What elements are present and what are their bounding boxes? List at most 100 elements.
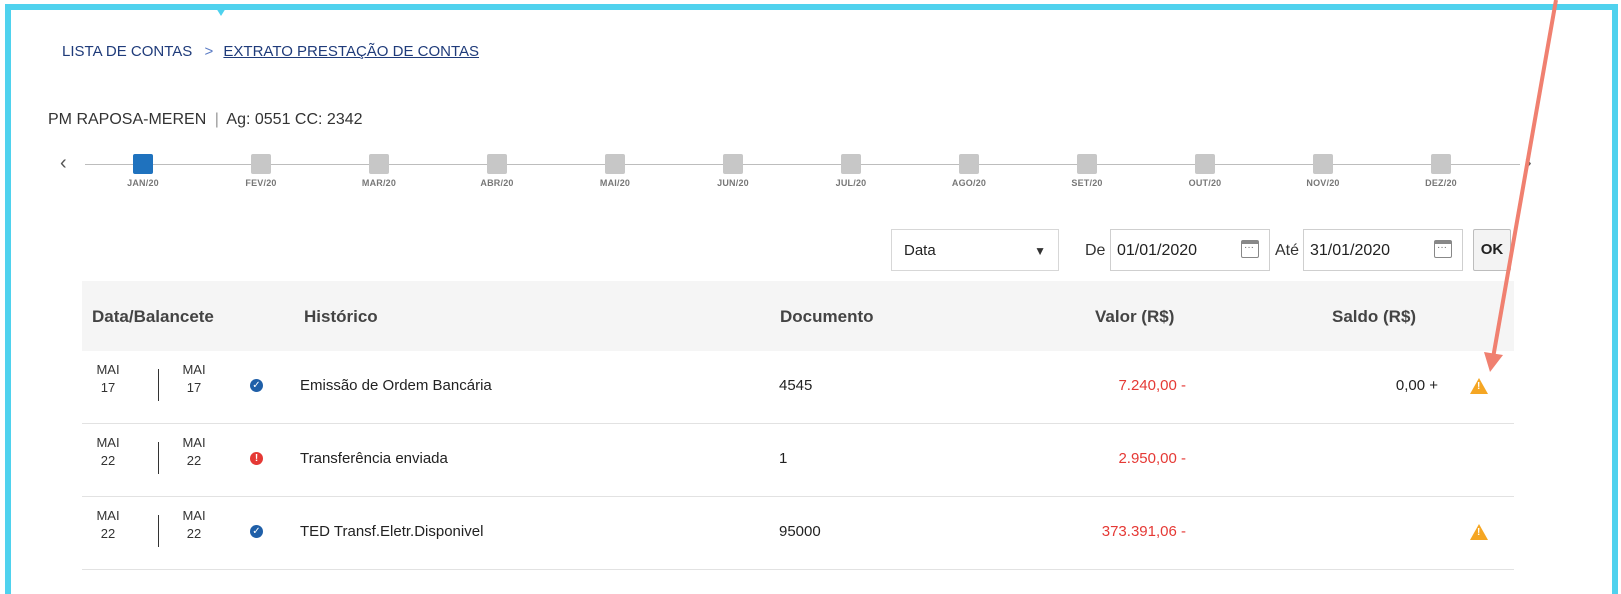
breadcrumb: LISTA DE CONTAS > EXTRATO PRESTAÇÃO DE C… (62, 43, 479, 60)
movement-day: 22 (100, 453, 116, 468)
warning-triangle-icon[interactable] (1470, 378, 1488, 394)
timeline-month-label: OUT/20 (1188, 178, 1222, 188)
breadcrumb-extrato[interactable]: EXTRATO PRESTAÇÃO DE CONTAS (223, 43, 479, 60)
balance-month: MAI (182, 508, 206, 523)
to-date-value: 31/01/2020 (1310, 242, 1391, 259)
ok-button[interactable]: OK (1473, 229, 1511, 271)
exclamation-circle-icon: ! (250, 452, 263, 465)
timeline-month[interactable]: AGO/20 (939, 154, 999, 188)
table-row[interactable]: MAI 22 MAI 22 ✓ TED Transf.Eletr.Disponivel 95… (82, 497, 1514, 570)
timeline-month-label: FEV/20 (245, 178, 277, 188)
document-number: 4545 (779, 377, 813, 394)
timeline-month[interactable]: JUN/20 (703, 154, 763, 188)
account-details: Ag: 0551 CC: 2342 (226, 111, 363, 128)
header-value: Valor (R$) (1095, 307, 1175, 326)
header-document: Documento (780, 307, 874, 326)
date-divider (158, 515, 159, 547)
statement-table: Data/Balancete Histórico Documento Valor… (82, 281, 1514, 591)
history-text: TED Transf.Eletr.Disponivel (300, 523, 484, 540)
timeline-prev-arrow[interactable]: ‹ (60, 152, 67, 175)
timeline-month[interactable]: JUL/20 (821, 154, 881, 188)
calendar-icon[interactable] (1434, 240, 1452, 258)
timeline-month-marker (723, 154, 743, 174)
history-text: Emissão de Ordem Bancária (300, 377, 492, 394)
timeline-month-marker (841, 154, 861, 174)
timeline-month-label: NOV/20 (1306, 178, 1340, 188)
timeline-month-label: JAN/20 (127, 178, 159, 188)
timeline-month[interactable]: OUT/20 (1175, 154, 1235, 188)
breadcrumb-lista-contas[interactable]: LISTA DE CONTAS (62, 43, 192, 60)
frame-notch (216, 8, 226, 16)
balance-day: 22 (186, 526, 202, 541)
timeline-month-marker (1431, 154, 1451, 174)
timeline-month[interactable]: NOV/20 (1293, 154, 1353, 188)
calendar-icon[interactable] (1241, 240, 1259, 258)
balance-month: MAI (182, 362, 206, 377)
timeline-month-label: JUL/20 (835, 178, 867, 188)
from-date-value: 01/01/2020 (1117, 242, 1198, 259)
balance-amount: 0,00 + (1395, 377, 1438, 394)
account-separator: | (214, 111, 219, 128)
to-label: Até (1275, 242, 1300, 259)
timeline-month-label: DEZ/20 (1425, 178, 1457, 188)
timeline-month-marker (1195, 154, 1215, 174)
filter-type-value: Data (904, 242, 936, 259)
movement-date: MAI 17 (88, 361, 128, 397)
header-history: Histórico (304, 307, 378, 326)
timeline-month-label: JUN/20 (717, 178, 749, 188)
from-date-input[interactable]: 01/01/2020 (1110, 229, 1270, 271)
timeline-month-marker (251, 154, 271, 174)
timeline-month[interactable]: JAN/20 (113, 154, 173, 188)
timeline-month[interactable]: FEV/20 (231, 154, 291, 188)
timeline-month-marker (959, 154, 979, 174)
warning-triangle-icon[interactable] (1470, 524, 1488, 540)
movement-date: MAI 22 (88, 507, 128, 543)
timeline-month-label: MAR/20 (361, 178, 397, 188)
breadcrumb-separator: > (204, 43, 214, 60)
account-name: PM RAPOSA-MEREN (48, 111, 207, 128)
check-circle-icon: ✓ (250, 525, 263, 538)
timeline-next-arrow[interactable]: › (1525, 152, 1532, 175)
balance-month: MAI (182, 435, 206, 450)
timeline-month-marker (133, 154, 153, 174)
document-number: 95000 (779, 523, 821, 540)
history-text: Transferência enviada (300, 450, 448, 467)
movement-month: MAI (96, 508, 120, 523)
value-amount: 2.950,00 - (1118, 450, 1186, 467)
date-divider (158, 442, 159, 474)
to-date-input[interactable]: 31/01/2020 (1303, 229, 1463, 271)
table-row[interactable]: MAI 17 MAI 17 ✓ Emissão de Ordem Bancária 4545… (82, 351, 1514, 424)
timeline-month-label: MAI/20 (599, 178, 631, 188)
timeline-month-label: SET/20 (1071, 178, 1103, 188)
caret-down-icon: ▼ (1034, 244, 1046, 258)
date-divider (158, 369, 159, 401)
month-timeline: ‹ › JAN/20 FEV/20 MAR/20 ABR/20 MAI/20 JUN/20… (60, 150, 1540, 190)
table-header: Data/Balancete Histórico Documento Valor… (82, 281, 1514, 351)
timeline-month-label: ABR/20 (480, 178, 514, 188)
balance-date: MAI 22 (174, 434, 214, 470)
timeline-month[interactable]: DEZ/20 (1411, 154, 1471, 188)
movement-month: MAI (96, 435, 120, 450)
timeline-month[interactable]: ABR/20 (467, 154, 527, 188)
account-info: PM RAPOSA-MEREN | Ag: 0551 CC: 2342 (48, 111, 363, 129)
header-balance: Saldo (R$) (1332, 307, 1417, 326)
table-row[interactable]: MAI 22 MAI 22! Transferência enviada 1 2.950,0… (82, 424, 1514, 497)
balance-day: 17 (186, 380, 202, 395)
timeline-month[interactable]: MAI/20 (585, 154, 645, 188)
timeline-month-marker (605, 154, 625, 174)
balance-date: MAI 17 (174, 361, 214, 397)
balance-date: MAI 22 (174, 507, 214, 543)
timeline-month-marker (369, 154, 389, 174)
value-amount: 373.391,06 - (1101, 523, 1186, 540)
timeline-month-marker (1077, 154, 1097, 174)
from-label: De (1085, 242, 1106, 259)
check-circle-icon: ✓ (250, 379, 263, 392)
timeline-month-label: AGO/20 (951, 178, 987, 188)
timeline-month[interactable]: SET/20 (1057, 154, 1117, 188)
document-number: 1 (779, 450, 788, 467)
balance-day: 22 (186, 453, 202, 468)
movement-day: 22 (100, 526, 116, 541)
timeline-month[interactable]: MAR/20 (349, 154, 409, 188)
movement-date: MAI 22 (88, 434, 128, 470)
filter-type-select[interactable]: Data ▼ (891, 229, 1059, 271)
